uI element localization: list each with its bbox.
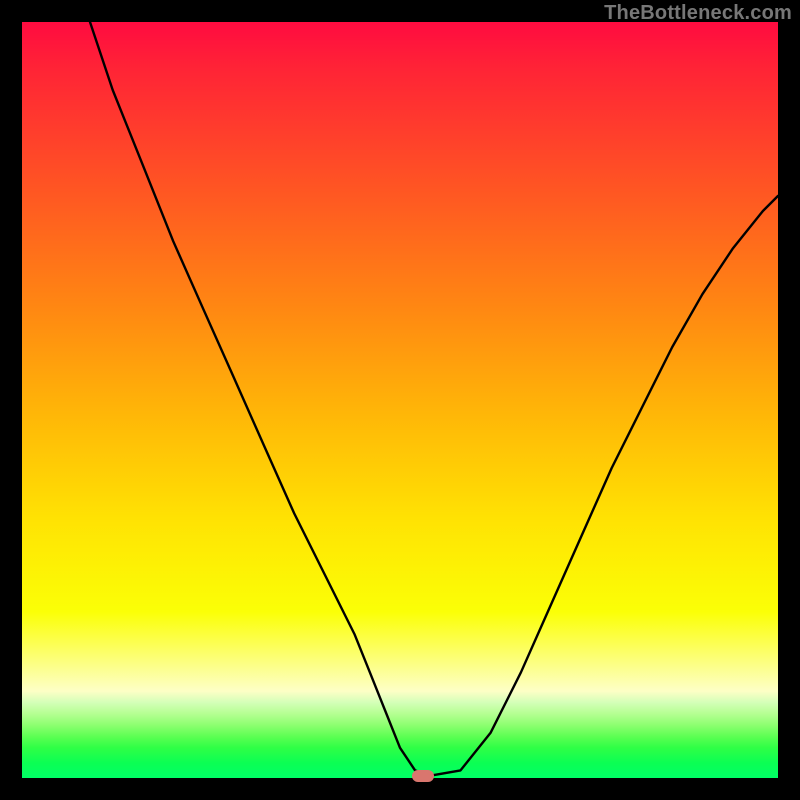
optimal-marker bbox=[412, 770, 434, 782]
plot-area bbox=[22, 22, 778, 778]
chart-frame: TheBottleneck.com bbox=[0, 0, 800, 800]
watermark-text: TheBottleneck.com bbox=[604, 2, 792, 25]
bottleneck-curve bbox=[22, 22, 778, 778]
